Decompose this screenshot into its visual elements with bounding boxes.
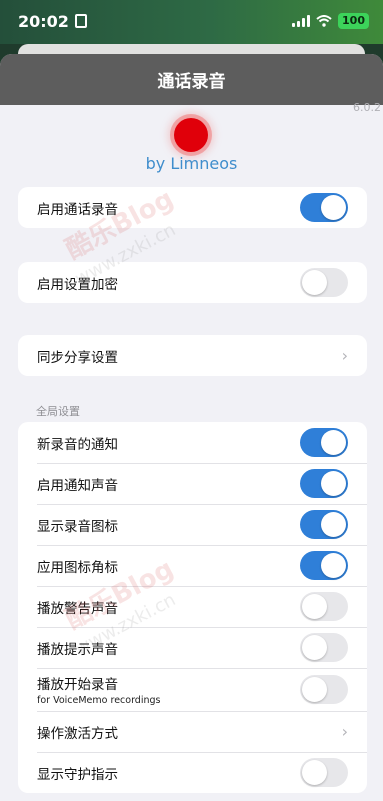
setting-label: 显示录音图标 — [37, 518, 118, 535]
setting-label: 应用图标角标 — [37, 559, 118, 576]
global-setting-row: 显示守护指示 — [18, 752, 367, 793]
battery-indicator: 100 — [338, 13, 369, 29]
global-settings-header: 全局设置 — [36, 405, 80, 418]
setting-toggle[interactable] — [300, 428, 348, 457]
setting-sublabel: for VoiceMemo recordings — [37, 695, 161, 706]
setting-label: 启用通知声音 — [37, 477, 118, 494]
setting-toggle[interactable] — [300, 758, 348, 787]
enable-recording-row: 启用通话录音 — [18, 187, 367, 228]
setting-label: 新录音的通知 — [37, 436, 118, 453]
status-time: 20:02 — [18, 12, 87, 31]
sync-share-group: 同步分享设置 › — [18, 335, 367, 376]
global-setting-row: 播放警告声音 — [18, 586, 367, 627]
setting-toggle[interactable] — [300, 551, 348, 580]
global-setting-row: 启用通知声音 — [18, 463, 367, 504]
setting-toggle[interactable] — [300, 469, 348, 498]
enable-recording-label: 启用通话录音 — [37, 201, 118, 218]
settings-sheet[interactable]: 通话录音 6.0.2 by Limneos 启用通话录音 启用设置加密 同步分享… — [0, 54, 383, 801]
global-setting-row: 显示录音图标 — [18, 504, 367, 545]
cellular-signal-icon — [292, 15, 311, 27]
status-indicators: 100 — [292, 13, 369, 29]
sync-share-row[interactable]: 同步分享设置 › — [18, 335, 367, 376]
version-label: 6.0.2 — [353, 101, 381, 114]
global-setting-row: 播放开始录音 for VoiceMemo recordings — [18, 668, 367, 711]
chevron-right-icon: › — [341, 722, 348, 741]
encryption-group: 启用设置加密 — [18, 262, 367, 303]
enable-encryption-label: 启用设置加密 — [37, 276, 118, 293]
setting-toggle[interactable] — [300, 633, 348, 662]
setting-toggle[interactable] — [300, 510, 348, 539]
setting-toggle[interactable] — [300, 675, 348, 704]
nav-bar: 通话录音 — [0, 54, 383, 105]
enable-recording-toggle[interactable] — [300, 193, 348, 222]
chevron-right-icon: › — [341, 346, 348, 365]
setting-label: 播放提示声音 — [37, 641, 118, 658]
wifi-icon — [316, 15, 332, 27]
id-card-icon — [74, 14, 87, 28]
setting-label: 播放警告声音 — [37, 600, 118, 617]
setting-label: 显示守护指示 — [37, 766, 118, 783]
record-logo-icon — [174, 118, 208, 152]
status-bar: 20:02 100 — [0, 0, 383, 44]
global-setting-row: 应用图标角标 — [18, 545, 367, 586]
enable-encryption-toggle[interactable] — [300, 268, 348, 297]
enable-recording-group: 启用通话录音 — [18, 187, 367, 228]
page-title: 通话录音 — [157, 72, 226, 92]
setting-label: 操作激活方式 — [37, 725, 118, 742]
global-setting-row[interactable]: 操作激活方式 › — [18, 711, 367, 752]
global-setting-row: 新录音的通知 — [18, 422, 367, 463]
global-setting-row: 播放提示声音 — [18, 627, 367, 668]
global-settings-group: 新录音的通知 启用通知声音 显示录音图标 应用图标角标 播放警告声音 播放提示声音 播放开始… — [18, 422, 367, 793]
setting-toggle[interactable] — [300, 592, 348, 621]
sync-share-label: 同步分享设置 — [37, 349, 118, 366]
setting-label: 播放开始录音 — [37, 677, 118, 693]
author-byline[interactable]: by Limneos — [0, 154, 383, 173]
enable-encryption-row: 启用设置加密 — [18, 262, 367, 303]
